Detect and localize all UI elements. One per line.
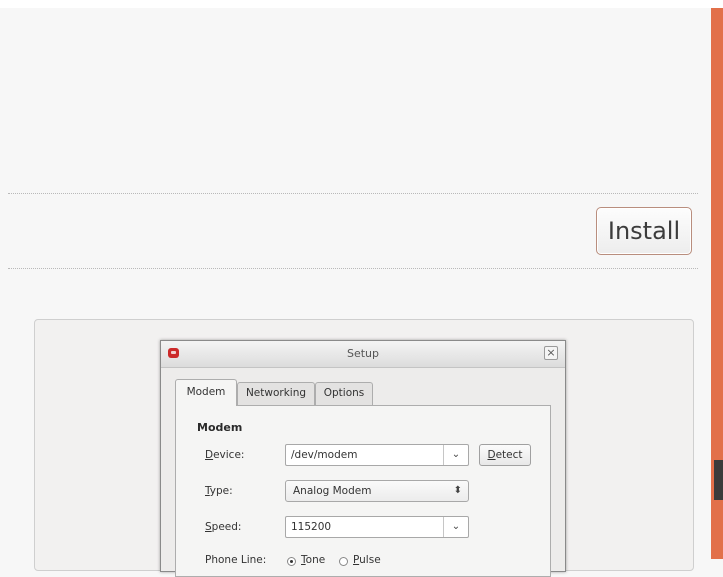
- dialog-title: Setup: [346, 347, 380, 360]
- device-combobox[interactable]: /dev/modem ⌄: [285, 444, 469, 466]
- type-label-text: ype:: [209, 485, 233, 497]
- detect-button[interactable]: Detect: [479, 444, 531, 466]
- tab-networking[interactable]: Networking: [237, 382, 315, 405]
- tab-modem[interactable]: Modem: [175, 379, 237, 406]
- close-icon[interactable]: ×: [544, 346, 558, 360]
- speed-label-text: peed:: [211, 521, 242, 533]
- section-title: Modem: [197, 421, 243, 434]
- device-label-mnemonic: D: [205, 449, 214, 461]
- install-button[interactable]: Install: [596, 207, 692, 255]
- type-value: Analog Modem: [293, 485, 372, 497]
- pulse-text: ulse: [359, 554, 381, 566]
- radio-tone[interactable]: [287, 557, 296, 566]
- radio-pulse-label[interactable]: Pulse: [353, 554, 381, 566]
- device-label: Device:: [205, 449, 244, 461]
- speed-value[interactable]: 115200: [291, 517, 331, 537]
- speed-label: Speed:: [205, 521, 241, 533]
- tab-modem-label: Modem: [186, 386, 226, 398]
- window-edge-dark: [714, 460, 723, 500]
- type-label: Type:: [205, 485, 233, 497]
- tab-networking-label: Networking: [245, 387, 307, 399]
- divider-bottom: [8, 268, 698, 269]
- detect-mnemonic: D: [487, 449, 496, 461]
- radio-tone-label[interactable]: Tone: [301, 554, 325, 566]
- setup-dialog: Setup × Modem Networking Options Modem D…: [160, 340, 566, 577]
- tab-options[interactable]: Options: [315, 382, 373, 405]
- speed-combobox[interactable]: 115200 ⌄: [285, 516, 469, 538]
- dialog-titlebar[interactable]: Setup ×: [161, 341, 565, 368]
- device-label-text: evice:: [213, 449, 245, 461]
- detect-text: etect: [495, 449, 523, 461]
- updown-icon: ⬍: [453, 485, 462, 496]
- tone-text: one: [305, 554, 326, 566]
- device-value[interactable]: /dev/modem: [291, 445, 357, 465]
- divider-top: [8, 193, 698, 194]
- speed-label-mnemonic: S: [205, 521, 212, 533]
- phone-line-label: Phone Line:: [205, 554, 267, 566]
- radio-pulse[interactable]: [339, 557, 348, 566]
- chevron-down-icon[interactable]: ⌄: [443, 445, 468, 465]
- chevron-down-icon[interactable]: ⌄: [443, 517, 468, 537]
- type-select[interactable]: Analog Modem ⬍: [285, 480, 469, 502]
- top-strip: [0, 0, 723, 8]
- tab-options-label: Options: [323, 387, 365, 399]
